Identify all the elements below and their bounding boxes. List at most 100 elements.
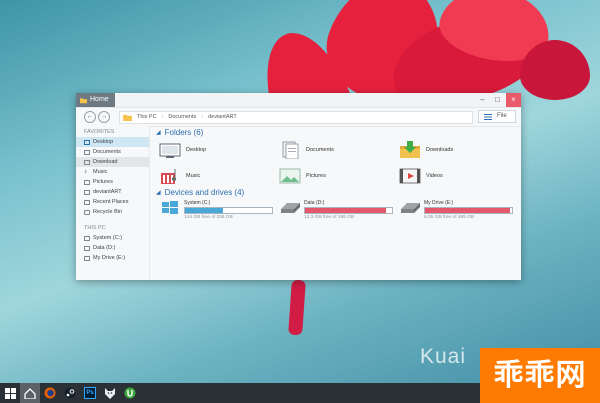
desktop-icon: [159, 143, 181, 158]
videos-icon: [399, 168, 421, 184]
drive-usage-bar: [184, 207, 273, 214]
nav-item-label: Music: [93, 169, 108, 175]
steam-icon[interactable]: [60, 383, 80, 403]
photoshop-icon[interactable]: Ps: [80, 383, 100, 403]
folder-item-music[interactable]: Music: [159, 166, 279, 186]
nav-group-favorites: FAVORITES: [84, 129, 115, 135]
maximize-button[interactable]: □: [490, 93, 505, 107]
breadcrumb-item[interactable]: deviantART: [208, 112, 237, 123]
drive-icon: [281, 203, 300, 213]
collapse-icon: ◢: [156, 130, 161, 136]
explorer-window: Home – □ × ← → This PC › Documents › dev…: [76, 93, 521, 280]
firefox-icon[interactable]: [40, 383, 60, 403]
drive-usage-bar: [424, 207, 513, 214]
recent-places-icon: [84, 199, 90, 205]
drives-section-header[interactable]: ◢ Devices and drives (4): [156, 186, 521, 200]
folder-icon: [84, 189, 90, 195]
drives-heading: Devices and drives (4): [164, 188, 245, 197]
drives-grid: System (C:) 144 GB free of 256 GB Data (…: [159, 200, 521, 220]
file-button[interactable]: File: [478, 110, 516, 123]
nav-item-data-d[interactable]: Data (D:): [76, 243, 149, 253]
home-tab-label: Home: [90, 96, 109, 103]
music-icon: [161, 169, 176, 184]
toolbar: ← → This PC › Documents › deviantART Fil…: [76, 108, 521, 127]
music-icon: ♪: [84, 169, 87, 175]
forward-button[interactable]: →: [98, 111, 110, 123]
address-bar[interactable]: This PC › Documents › deviantART: [119, 111, 473, 124]
flower-stem: [288, 279, 306, 336]
documents-icon: [282, 141, 299, 159]
content-pane: ◢ Folders (6) Desktop Documents Download…: [156, 126, 521, 280]
collapse-icon: ◢: [156, 190, 161, 196]
folder-item-label: Desktop: [186, 147, 207, 153]
minimize-button[interactable]: –: [475, 93, 490, 107]
pictures-icon: [279, 168, 301, 184]
utorrent-icon[interactable]: [120, 383, 140, 403]
folder-item-desktop[interactable]: Desktop: [159, 140, 279, 160]
home-tab[interactable]: Home: [76, 93, 115, 107]
download-icon: [84, 159, 90, 165]
photoshop-label: Ps: [84, 387, 96, 399]
folders-section-header[interactable]: ◢ Folders (6): [156, 126, 521, 140]
desktop-icon: [84, 139, 90, 145]
drive-label: Data (D:): [304, 200, 325, 206]
nav-item-download[interactable]: Download: [76, 157, 149, 167]
nav-item-label: Pictures: [93, 179, 113, 185]
folders-grid: Desktop Documents Downloads Music Pictur…: [159, 140, 521, 186]
breadcrumb-separator: ›: [161, 114, 164, 120]
breadcrumb-item[interactable]: Documents: [168, 112, 196, 123]
nav-item-documents[interactable]: Documents: [76, 147, 149, 157]
drive-item-data-d[interactable]: Data (D:) 12,3 GB free of 186 GB: [279, 200, 399, 220]
nav-item-pictures[interactable]: Pictures: [76, 177, 149, 187]
breadcrumb-separator: ›: [201, 114, 204, 120]
folders-heading: Folders (6): [164, 128, 204, 137]
drive-label: My Drive (E:): [424, 200, 454, 206]
breadcrumb-item[interactable]: This PC: [137, 112, 157, 123]
nav-item-recycle-bin[interactable]: Recycle Bin: [76, 207, 149, 217]
windows-start-icon[interactable]: [0, 383, 20, 403]
close-button[interactable]: ×: [506, 93, 521, 107]
nav-item-music[interactable]: ♪ Music: [76, 167, 149, 177]
nav-item-label: deviantART: [93, 189, 122, 195]
nav-item-label: Recent Places: [93, 199, 129, 205]
folder-item-videos[interactable]: Videos: [399, 166, 519, 186]
title-bar[interactable]: Home – □ ×: [76, 93, 521, 108]
downloads-icon: [400, 141, 420, 158]
drive-icon: [84, 245, 90, 251]
folder-icon: [123, 114, 132, 121]
nav-item-label: Recycle Bin: [93, 209, 123, 215]
folder-icon: [80, 97, 87, 103]
drive-usage-fill: [425, 208, 511, 213]
nav-item-recent-places[interactable]: Recent Places: [76, 197, 149, 207]
recycle-bin-icon: [84, 209, 90, 215]
drive-item-system-c[interactable]: System (C:) 144 GB free of 256 GB: [159, 200, 279, 220]
drive-free-space: 12,3 GB free of 186 GB: [304, 215, 355, 220]
explorer-home-icon[interactable]: [20, 383, 40, 403]
nav-item-desktop[interactable]: Desktop: [76, 137, 149, 147]
drive-icon: [84, 255, 90, 261]
folder-item-downloads[interactable]: Downloads: [399, 140, 519, 160]
file-button-label: File: [497, 113, 507, 119]
nav-group-this-pc: THIS PC: [84, 225, 106, 231]
nav-item-label: My Drive (E:): [93, 255, 126, 261]
drive-icon: [401, 203, 420, 213]
folder-item-label: Music: [186, 173, 201, 179]
folder-item-label: Documents: [306, 147, 334, 153]
drive-item-my-drive-e[interactable]: My Drive (E:) 8,05 GB free of 465 GB: [399, 200, 519, 220]
wolf-app-icon[interactable]: [100, 383, 120, 403]
nav-item-my-drive-e[interactable]: My Drive (E:): [76, 253, 149, 263]
back-button[interactable]: ←: [84, 111, 96, 123]
folder-item-label: Downloads: [426, 147, 454, 153]
nav-item-system-c[interactable]: System (C:): [76, 233, 149, 243]
drive-usage-bar: [304, 207, 393, 214]
folder-item-documents[interactable]: Documents: [279, 140, 399, 160]
flower-petal: [520, 40, 590, 100]
folder-item-label: Pictures: [306, 173, 326, 179]
drive-icon: [84, 235, 90, 241]
folder-item-label: Videos: [426, 173, 443, 179]
pictures-icon: [84, 179, 90, 185]
nav-item-label: System (C:): [93, 235, 123, 241]
folder-item-pictures[interactable]: Pictures: [279, 166, 399, 186]
nav-item-deviantart[interactable]: deviantART: [76, 187, 149, 197]
windows-drive-icon: [162, 201, 178, 214]
